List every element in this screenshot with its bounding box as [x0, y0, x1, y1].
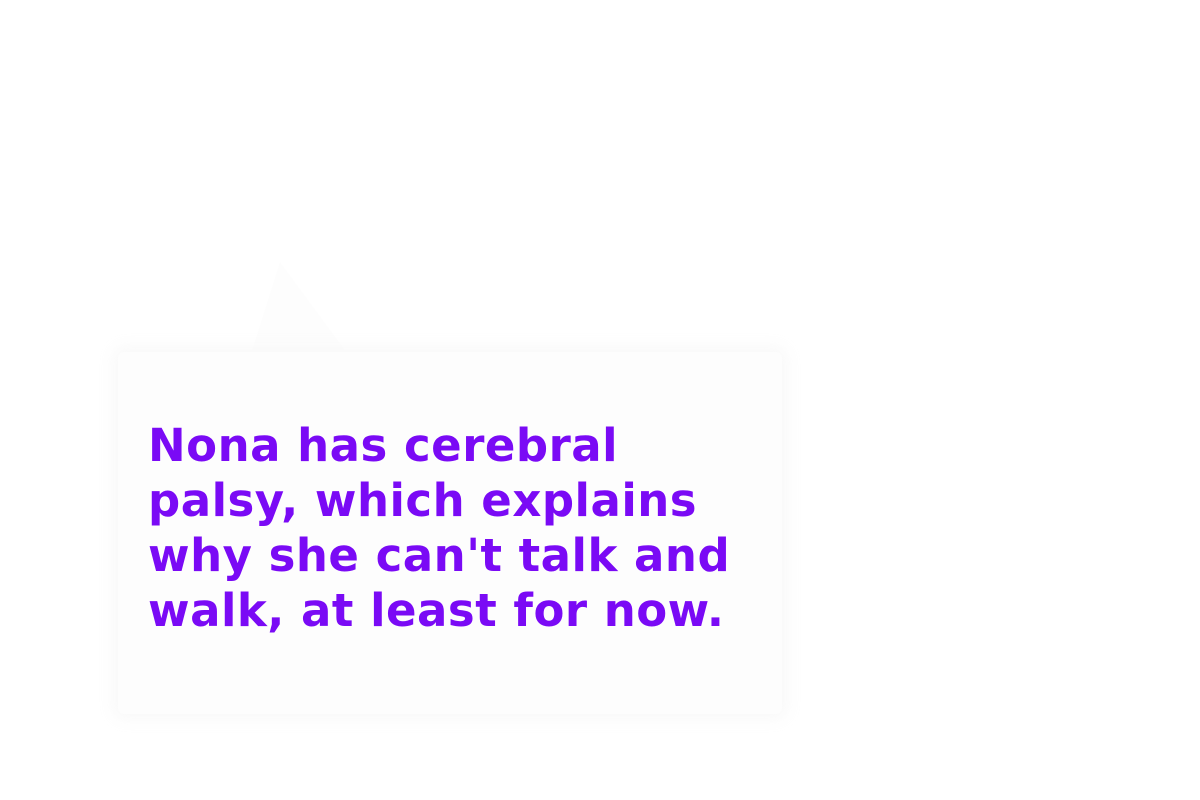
story-panel: Nona has cerebral palsy, which explains … [0, 0, 1200, 800]
speech-bubble-tail [250, 262, 350, 357]
caption-text: Nona has cerebral palsy, which explains … [148, 419, 731, 637]
